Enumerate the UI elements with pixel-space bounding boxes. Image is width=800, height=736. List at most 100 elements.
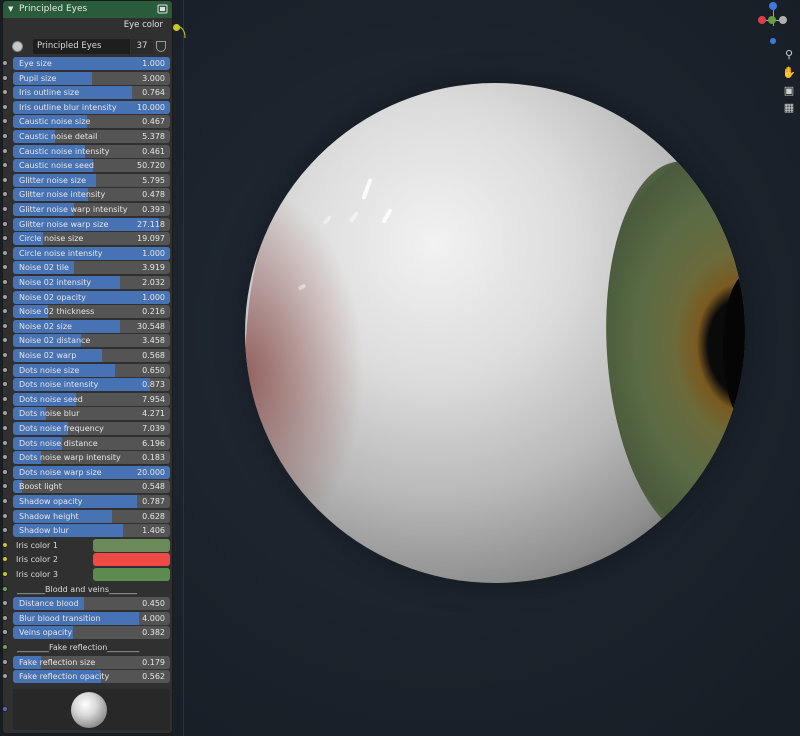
input-socket[interactable] [2,294,8,300]
input-socket[interactable] [2,706,8,712]
field-glitter-noise-size[interactable]: Glitter noise size 5.795 [13,174,170,187]
input-socket[interactable] [2,279,8,285]
input-socket[interactable] [2,673,8,679]
input-socket[interactable] [2,498,8,504]
field-pupil-size[interactable]: Pupil size 3.000 [13,72,170,85]
input-socket[interactable] [2,571,8,577]
field-dots-noise-intensity[interactable]: Dots noise intensity 0.873 [13,378,170,391]
field-dots-noise-warp-size[interactable]: Dots noise warp size 20.000 [13,466,170,479]
input-socket[interactable] [2,440,8,446]
input-socket[interactable] [2,177,8,183]
input-socket[interactable] [2,629,8,635]
iris-color-swatch[interactable] [93,539,170,552]
iris-color-swatch[interactable] [93,553,170,566]
input-socket[interactable] [2,527,8,533]
input-socket[interactable] [2,250,8,256]
node-header[interactable]: ▼ Principled Eyes [3,1,172,18]
field-glitter-noise-intensity[interactable]: Glitter noise intensity 0.478 [13,188,170,201]
field-dots-noise-frequency[interactable]: Dots noise frequency 7.039 [13,422,170,435]
input-socket[interactable] [2,162,8,168]
input-socket[interactable] [2,367,8,373]
gizmo-neg-handle[interactable] [779,16,787,24]
iris-color-swatch[interactable] [93,568,170,581]
field-fake-reflection-opacity[interactable]: Fake reflection opacity 0.562 [13,670,170,683]
field-iris-outline-blur-intensity[interactable]: Iris outline blur intensity 10.000 [13,101,170,114]
input-socket[interactable] [2,425,8,431]
field-glitter-noise-warp-size[interactable]: Glitter noise warp size 27.118 [13,218,170,231]
field-shadow-height[interactable]: Shadow height 0.628 [13,510,170,523]
field-dots-noise-blur[interactable]: Dots noise blur 4.271 [13,407,170,420]
input-socket[interactable] [2,221,8,227]
input-socket[interactable] [2,60,8,66]
input-socket[interactable] [2,264,8,270]
field-caustic-noise-detail[interactable]: Caustic noise detail 5.378 [13,130,170,143]
field-caustic-noise-size[interactable]: Caustic noise size 0.467 [13,115,170,128]
zoom-icon[interactable]: ⚲ [781,48,797,62]
field-noise-02-intensity[interactable]: Noise 02 intensity 2.032 [13,276,170,289]
field-dots-noise-size[interactable]: Dots noise size 0.650 [13,364,170,377]
field-noise-02-size[interactable]: Noise 02 size 30.548 [13,320,170,333]
input-socket[interactable] [2,542,8,548]
field-circle-noise-size[interactable]: Circle noise size 19.097 [13,232,170,245]
gizmo-y-handle[interactable] [768,16,776,24]
input-socket[interactable] [2,600,8,606]
input-socket[interactable] [2,644,8,650]
camera-icon[interactable]: ▣ [781,84,797,98]
field-dots-noise-warp-intensity[interactable]: Dots noise warp intensity 0.183 [13,451,170,464]
input-socket[interactable] [2,454,8,460]
input-socket[interactable] [2,89,8,95]
input-socket[interactable] [2,469,8,475]
field-iris-outline-size[interactable]: Iris outline size 0.764 [13,86,170,99]
input-socket[interactable] [2,118,8,124]
field-boost-light[interactable]: Boost light 0.548 [13,480,170,493]
node-group-user-count[interactable]: 37 [131,39,153,54]
field-caustic-noise-seed[interactable]: Caustic noise seed 50.720 [13,159,170,172]
input-socket[interactable] [2,133,8,139]
field-noise-02-distance[interactable]: Noise 02 distance 3.458 [13,334,170,347]
input-socket[interactable] [2,148,8,154]
field-circle-noise-intensity[interactable]: Circle noise intensity 1.000 [13,247,170,260]
node-options-icon[interactable] [157,4,168,14]
field-distance-blood[interactable]: Distance blood 0.450 [13,597,170,610]
node-principled-eyes[interactable]: ▼ Principled Eyes Eye color Principled E… [2,0,173,734]
input-socket[interactable] [2,483,8,489]
field-noise-02-tile[interactable]: Noise 02 tile 3.919 [13,261,170,274]
field-eye-size[interactable]: Eye size 1.000 [13,57,170,70]
input-socket[interactable] [2,308,8,314]
field-noise-02-opacity[interactable]: Noise 02 opacity 1.000 [13,291,170,304]
field-noise-02-thickness[interactable]: Noise 02 thickness 0.216 [13,305,170,318]
input-socket[interactable] [2,75,8,81]
input-socket[interactable] [2,323,8,329]
gizmo-z-handle[interactable] [769,2,777,10]
input-socket[interactable] [2,659,8,665]
field-blur-blood-transition[interactable]: Blur blood transition 4.000 [13,612,170,625]
input-socket[interactable] [2,556,8,562]
input-socket[interactable] [2,381,8,387]
iris-color-row[interactable]: Iris color 2 [13,553,170,566]
node-group-selector[interactable]: Principled Eyes 37 [10,39,168,54]
fake-user-shield-icon[interactable] [156,41,166,52]
input-socket[interactable] [2,615,8,621]
input-socket[interactable] [2,513,8,519]
input-socket[interactable] [2,586,8,592]
field-noise-02-warp[interactable]: Noise 02 warp 0.568 [13,349,170,362]
field-dots-noise-distance[interactable]: Dots noise distance 6.196 [13,437,170,450]
grid-icon[interactable]: ▦ [781,101,797,115]
gizmo-neg-z-handle[interactable] [770,38,776,44]
input-socket[interactable] [2,206,8,212]
field-fake-reflection-size[interactable]: Fake reflection size 0.179 [13,656,170,669]
input-socket[interactable] [2,191,8,197]
input-socket[interactable] [2,235,8,241]
input-socket[interactable] [2,410,8,416]
material-sphere-icon[interactable] [12,41,23,52]
node-group-name[interactable]: Principled Eyes [33,39,130,54]
field-glitter-noise-warp-intensity[interactable]: Glitter noise warp intensity 0.393 [13,203,170,216]
input-socket[interactable] [2,396,8,402]
iris-color-row[interactable]: Iris color 1 [13,539,170,552]
input-socket[interactable] [2,352,8,358]
field-dots-noise-seed[interactable]: Dots noise seed 7.954 [13,393,170,406]
iris-color-row[interactable]: Iris color 3 [13,568,170,581]
gizmo-x-handle[interactable] [758,16,766,24]
hand-pan-icon[interactable]: ✋ [781,66,797,80]
input-socket[interactable] [2,104,8,110]
